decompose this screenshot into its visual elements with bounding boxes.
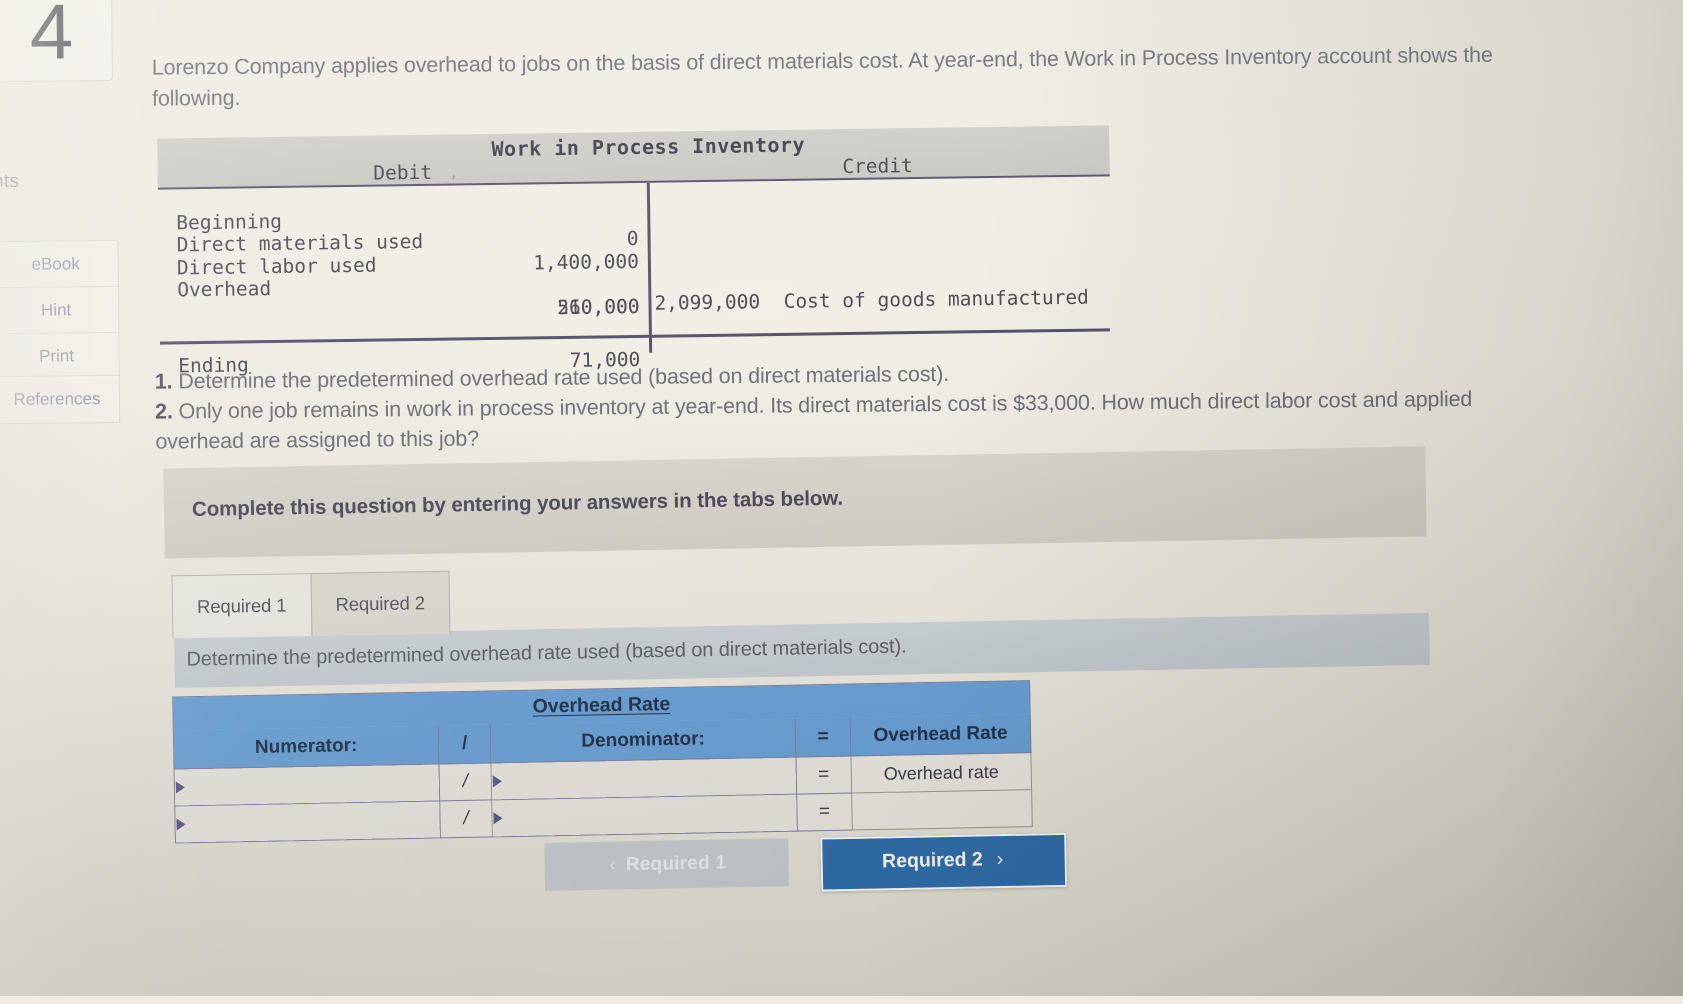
numerator-input-row-2[interactable] [174,800,441,844]
equals-operator-row-1: = [795,756,852,795]
overhead-rate-merged-header-text: Overhead Rate [532,692,671,718]
overhead-rate-result-row-2 [851,789,1033,831]
sidebar-item-hint[interactable]: Hint [0,285,120,335]
credit-spacer [760,290,784,313]
required-2-next-button[interactable]: Required 2 › [820,832,1068,892]
t-account-credit-row: 2,099,000 Cost of goods manufactured [654,285,1089,316]
divide-operator-row-1: / [438,762,492,801]
column-header-equals: = [795,717,851,758]
column-header-divide: / [438,723,491,764]
requirement-2-number: 2. [154,399,173,424]
chevron-right-icon: › [996,848,1004,871]
instruction-banner-text: Complete this question by entering your … [191,486,844,521]
requirements-list: 1. Determine the predetermined overhead … [155,353,1556,456]
points-label: oints [0,170,20,193]
column-header-overhead-rate: Overhead Rate [850,713,1031,757]
instruction-banner: Complete this question by entering your … [163,446,1427,559]
t-account-body: Beginning 0 Direct materials used 1,400,… [158,176,1111,377]
tab-required-1[interactable]: Required 1 [171,573,311,639]
credit-label: Cost of goods manufactured [783,285,1089,313]
stray-mark: , [449,166,458,182]
required-2-next-label: Required 2 [881,848,984,873]
row-label: Overhead [177,277,272,302]
column-header-numerator: Numerator: [173,724,439,770]
tab-required-2[interactable]: Required 2 [309,570,451,637]
column-header-denominator: Denominator: [490,718,796,763]
overhead-rate-table: Overhead Rate Numerator: / Denominator: … [172,680,1033,844]
sidebar-item-ebook[interactable]: eBook [0,239,119,289]
t-account-total-rule [159,328,1110,345]
question-number-badge: 4 [0,0,113,83]
chevron-left-icon: ‹ [609,854,617,876]
work-in-process-t-account: Work in Process Inventory Debit Credit ,… [157,125,1111,377]
credit-amount: 2,099,000 [654,290,761,315]
denominator-input-row-2[interactable] [491,794,798,837]
requirement-tabs: Required 1 Required 2 [171,570,451,639]
requirement-2: 2. Only one job remains in work in proce… [155,383,1556,456]
requirement-1-text: Determine the predetermined overhead rat… [178,361,950,394]
equals-operator-row-2: = [796,793,853,832]
sidebar-item-print[interactable]: Print [0,331,120,381]
sub-instruction-text: Determine the predetermined overhead rat… [186,635,907,671]
requirement-2-text: Only one job remains in work in process … [155,386,1473,454]
required-1-prev-label: Required 1 [625,852,727,876]
numerator-input-row-1[interactable] [174,763,440,807]
row-amount: 560,000 [557,294,640,319]
required-1-prev-button[interactable]: ‹ Required 1 [544,838,790,891]
problem-intro-text: Lorenzo Company applies overhead to jobs… [151,42,1493,111]
requirement-1-number: 1. [154,369,173,394]
divide-operator-row-2: / [439,799,493,838]
sidebar-item-references[interactable]: References [0,374,121,425]
denominator-input-row-1[interactable] [490,757,797,800]
overhead-rate-label-row-1: Overhead rate [850,752,1032,794]
